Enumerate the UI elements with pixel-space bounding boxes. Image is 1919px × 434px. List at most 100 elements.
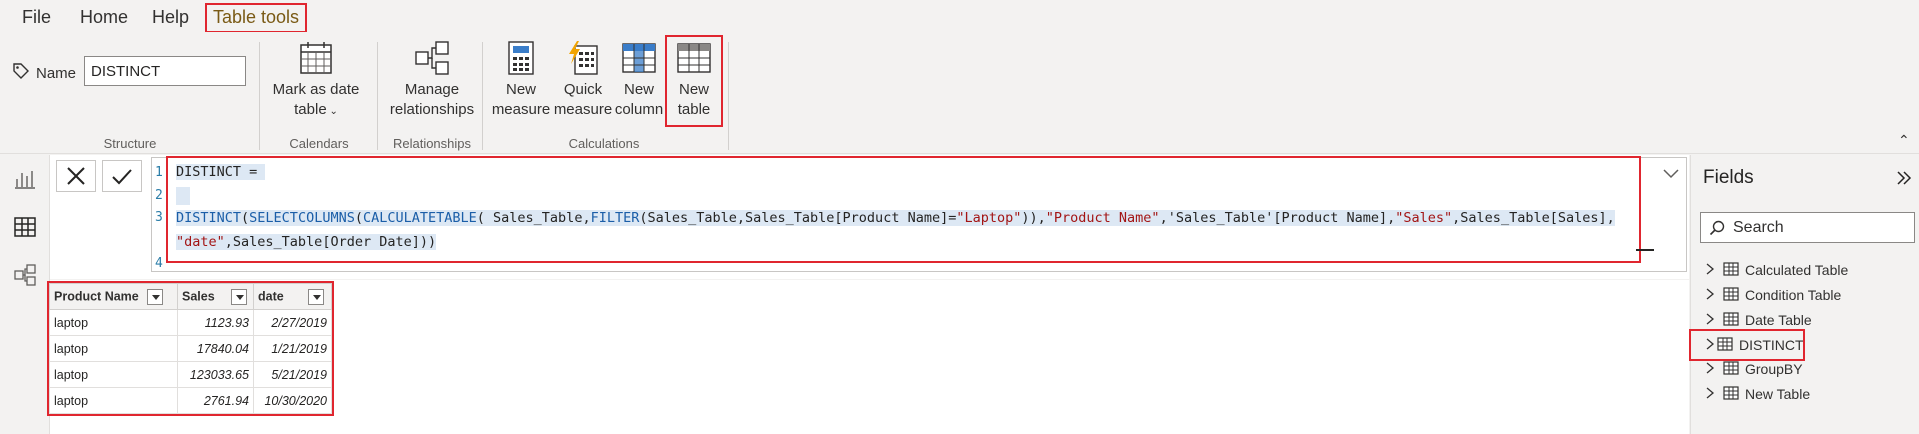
group-label-structure: Structure (103, 136, 157, 151)
code-token: CALCULATETABLE (362, 210, 477, 226)
field-table-item[interactable]: GroupBY (1691, 355, 1919, 383)
chevron-right-icon[interactable] (1705, 263, 1721, 278)
collapse-pane-icon[interactable] (1895, 169, 1913, 192)
code-line-3: DISTINCT(SELECTCOLUMNS(CALCULATETABLE( S… (176, 210, 1615, 226)
line-number: 1 (155, 165, 163, 180)
report-view-icon[interactable] (13, 167, 37, 191)
fields-title: Fields (1703, 167, 1754, 188)
table-icon (1723, 360, 1739, 379)
chevron-right-icon[interactable] (1705, 362, 1721, 377)
name-label: Name (12, 62, 76, 84)
chevron-right-icon[interactable] (1705, 288, 1721, 303)
chevron-right-icon[interactable] (1705, 313, 1721, 328)
chevron-right-icon[interactable] (1705, 338, 1715, 353)
calculator-icon (508, 41, 534, 75)
code-token: ,Sales_Table[Sales], (1452, 210, 1615, 226)
menu-bar: File Home Help Table tools (0, 0, 1919, 33)
column-icon (622, 43, 656, 73)
field-table-label: GroupBY (1745, 361, 1803, 377)
field-table-label: Condition Table (1745, 287, 1842, 303)
name-input[interactable] (84, 56, 246, 86)
code-token: ,Sales_Table[Order Date])) (224, 234, 437, 250)
commit-formula-button[interactable] (102, 160, 142, 192)
code-line-3-wrap: "date",Sales_Table[Order Date])) (176, 234, 437, 250)
group-label-calendars: Calendars (289, 136, 349, 151)
mark-as-date-table-button[interactable]: Mark as date table ⌄ (266, 40, 366, 122)
column-header-date[interactable]: date (253, 283, 332, 310)
table-icon (677, 43, 711, 73)
field-table-item[interactable]: Condition Table (1691, 281, 1919, 309)
column-filter-dropdown[interactable] (307, 288, 324, 305)
field-table-label: DISTINCT (1739, 337, 1804, 353)
column-header-product-name[interactable]: Product Name (49, 283, 178, 310)
column-header-sales[interactable]: Sales (177, 283, 254, 310)
code-token: FILTER (590, 210, 640, 226)
model-view-icon[interactable] (13, 263, 37, 287)
new-table-button[interactable]: New table (665, 35, 723, 127)
expand-formula-icon[interactable] (1662, 167, 1680, 185)
column-filter-dropdown[interactable] (230, 288, 247, 305)
ribbon-separator (728, 42, 729, 150)
menu-file[interactable]: File (16, 5, 57, 31)
fields-search-input[interactable]: Search (1700, 212, 1915, 243)
chevron-right-icon[interactable] (1705, 387, 1721, 402)
code-token: (Sales_Table,Sales_Table[Product Name]= (639, 210, 957, 226)
column-filter-dropdown[interactable] (146, 288, 163, 305)
code-token: DISTINCT (176, 210, 242, 226)
field-table-label: Date Table (1745, 312, 1812, 328)
group-label-relationships: Relationships (392, 136, 472, 151)
code-token: )), (1021, 210, 1046, 226)
table-row[interactable]: laptop 1123.93 2/27/2019 (49, 309, 332, 336)
code-token: "date" (176, 234, 225, 250)
code-text: "date",Sales_Table[Order Date])) (176, 234, 437, 250)
new-column-button[interactable]: New column (614, 40, 664, 120)
code-token: "Product Name" (1045, 210, 1160, 226)
table-icon (1723, 286, 1739, 305)
line-number: 4 (155, 256, 163, 271)
code-token: "Sales" (1395, 210, 1453, 226)
manage-relationships-button[interactable]: Manage relationships (380, 40, 484, 120)
data-view-icon[interactable] (13, 215, 37, 239)
quick-measure-button[interactable]: Quick measure (552, 40, 614, 120)
table-icon (1723, 261, 1739, 280)
relationships-icon (415, 41, 449, 75)
view-rail (0, 155, 50, 434)
fields-pane: Fields Search Calculated Table Condition … (1689, 155, 1919, 434)
table-row[interactable]: laptop 123033.65 5/21/2019 (49, 361, 332, 388)
code-text: DISTINCT = (176, 164, 266, 180)
group-label-calculations: Calculations (568, 136, 640, 151)
tag-icon (12, 62, 30, 84)
table-row[interactable]: laptop 2761.94 10/30/2020 (49, 387, 332, 414)
calendar-icon (300, 42, 332, 74)
search-icon (1709, 220, 1725, 235)
line-number: 3 (155, 210, 163, 225)
chevron-down-icon: ⌄ (326, 106, 338, 117)
ribbon-separator (259, 42, 260, 150)
table-icon (1723, 311, 1739, 330)
code-line-2 (176, 187, 190, 205)
code-token: ( (241, 210, 250, 226)
collapse-ribbon-icon[interactable]: ⌃ (1898, 132, 1910, 149)
field-table-label: Calculated Table (1745, 262, 1849, 278)
menu-home[interactable]: Home (74, 5, 134, 31)
field-table-item[interactable]: Date Table (1691, 306, 1919, 334)
line-number: 2 (155, 188, 163, 203)
cancel-formula-button[interactable] (56, 160, 96, 192)
field-table-item[interactable]: New Table (1691, 380, 1919, 408)
editor-resize-handle[interactable] (1636, 249, 1654, 251)
menu-table-tools[interactable]: Table tools (204, 3, 308, 33)
code-token: ( (354, 210, 363, 226)
quick-calculator-icon (569, 41, 598, 75)
code-line-1: DISTINCT = (176, 164, 266, 180)
new-measure-button[interactable]: New measure (490, 40, 552, 120)
table-icon (1723, 385, 1739, 404)
table-row[interactable]: laptop 17840.04 1/21/2019 (49, 335, 332, 362)
code-token: SELECTCOLUMNS (249, 210, 355, 226)
data-table: Product Name Sales date laptop 1123.93 2/2… (47, 281, 334, 416)
field-table-item[interactable]: Calculated Table (1691, 256, 1919, 284)
ribbon-separator (482, 42, 483, 150)
code-token: ,'Sales_Table'[Product Name], (1159, 210, 1396, 226)
ribbon-separator (377, 42, 378, 150)
menu-help[interactable]: Help (146, 5, 195, 31)
table-icon (1717, 336, 1733, 355)
